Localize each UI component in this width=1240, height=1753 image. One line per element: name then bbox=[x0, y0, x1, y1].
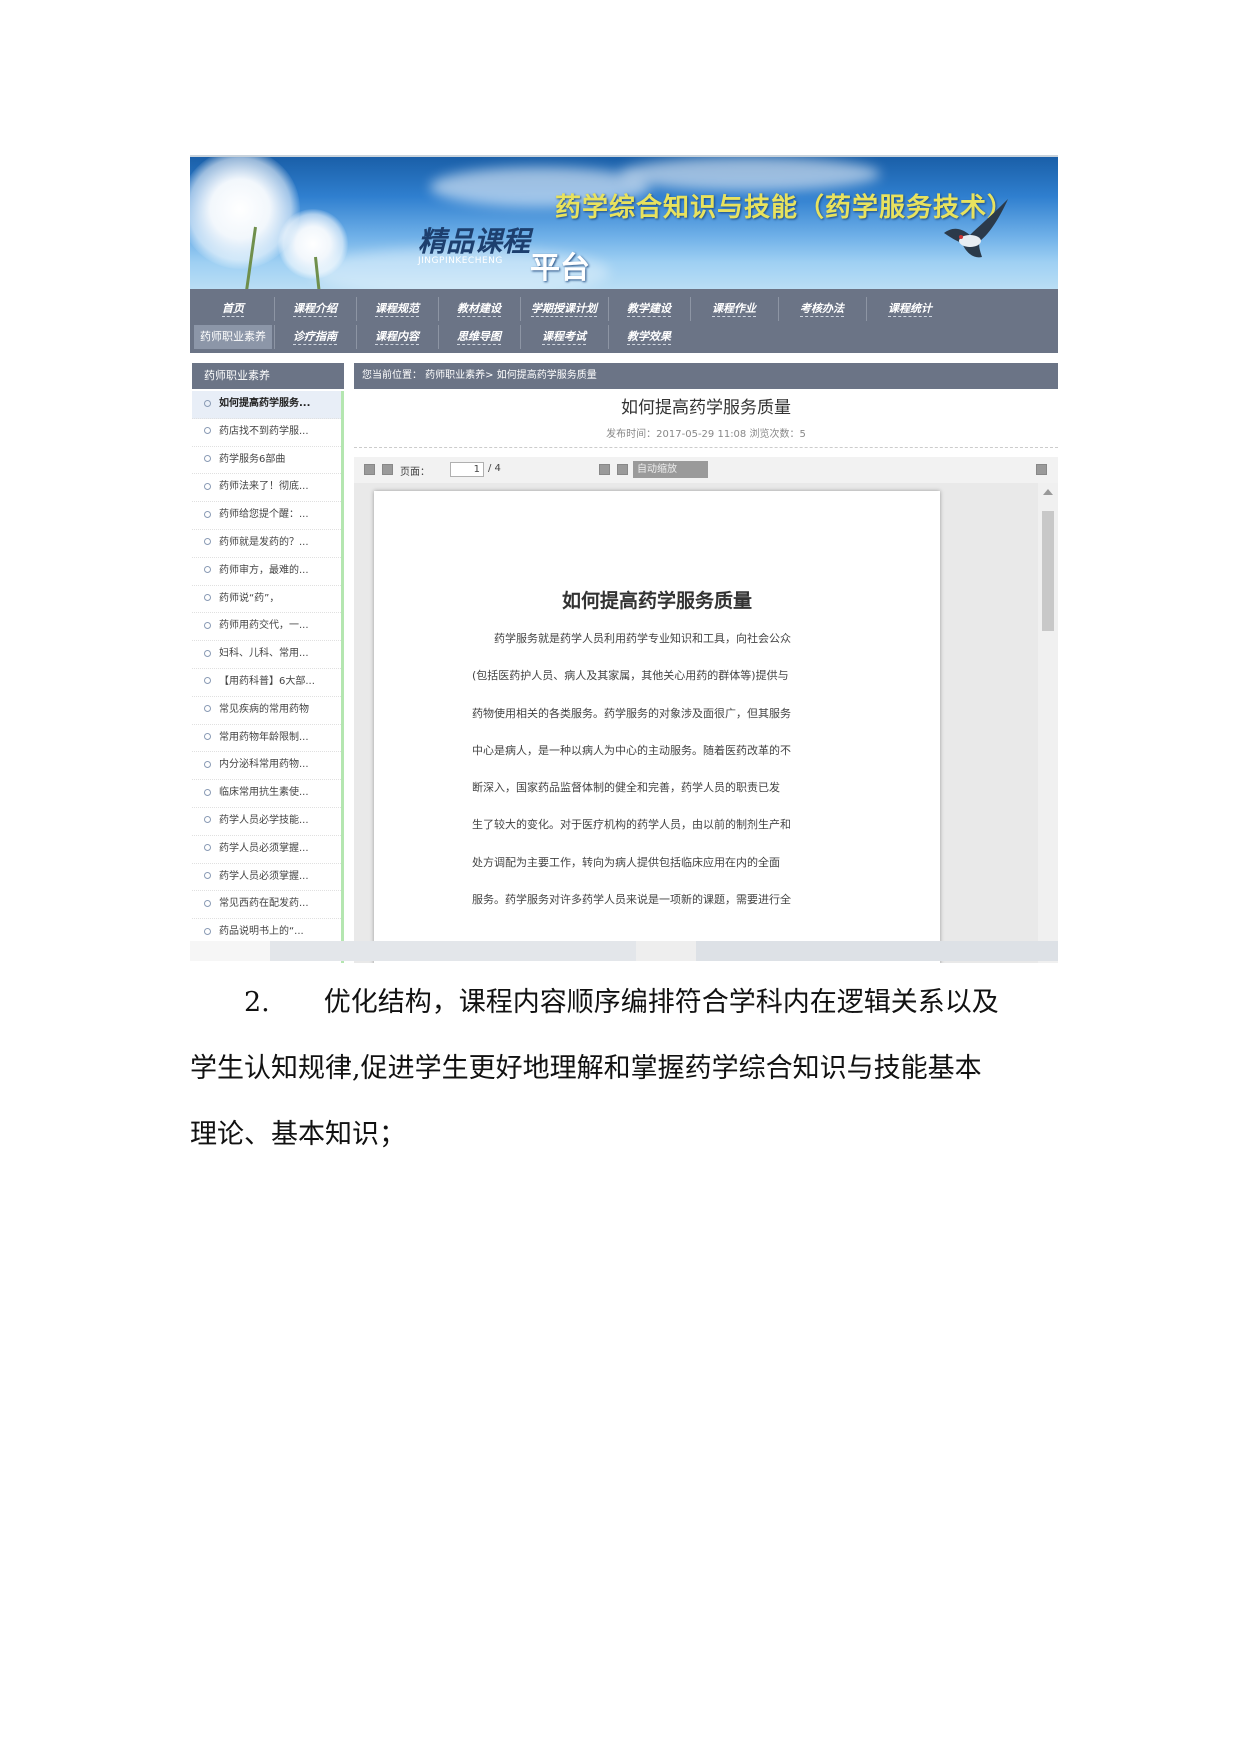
dandelion-image bbox=[278, 209, 348, 279]
divider bbox=[354, 447, 1058, 448]
zoom-in-icon[interactable] bbox=[617, 464, 628, 475]
article-title: 如何提高药学服务质量 bbox=[621, 398, 791, 418]
paragraph-line: 2. 优化结构，课程内容顺序编排符合学科内在逻辑关系以及 bbox=[244, 987, 999, 1018]
document-body: 药学服务就是药学人员利用药学专业知识和工具，向社会公众 (包括医药护人员、病人及… bbox=[472, 629, 844, 927]
nav-exam[interactable]: 课程考试 bbox=[522, 325, 606, 349]
sidebar-item[interactable]: 药师法来了！彻底... bbox=[192, 474, 341, 503]
sidebar-toggle-icon[interactable] bbox=[364, 464, 375, 475]
page-total: / 4 bbox=[488, 463, 501, 474]
sidebar-list: 如何提高药学服务... 药店找不到药学服... 药学服务6部曲 药师法来了！彻底… bbox=[192, 391, 344, 963]
taskbar-strip bbox=[190, 941, 1058, 961]
document-line: 药学服务就是药学人员利用药学专业知识和工具，向社会公众 bbox=[494, 632, 791, 645]
paragraph-line: 理论、基本知识； bbox=[190, 1119, 406, 1150]
pdf-page: 如何提高药学服务质量 药学服务就是药学人员利用药学专业知识和工具，向社会公众 (… bbox=[374, 491, 940, 963]
breadcrumb: 您当前位置： 药师职业素养> 如何提高药学服务质量 bbox=[354, 363, 1058, 389]
sidebar-item[interactable]: 临床常用抗生素使... bbox=[192, 780, 341, 808]
nav-statistics[interactable]: 课程统计 bbox=[868, 297, 952, 321]
nav-assessment[interactable]: 考核办法 bbox=[780, 297, 864, 321]
nav-teaching-build[interactable]: 教学建设 bbox=[610, 297, 688, 321]
nav-teaching-plan[interactable]: 学期授课计划 bbox=[522, 297, 606, 321]
nav-course-standard[interactable]: 课程规范 bbox=[358, 297, 436, 321]
document-line: 断深入，国家药品监督体制的健全和完善，药学人员的职责已发 bbox=[472, 781, 780, 795]
sidebar-item[interactable]: 妇科、儿科、常用... bbox=[192, 641, 341, 669]
bird-icon bbox=[944, 199, 1008, 258]
sidebar-item[interactable]: 药师就是发药的？... bbox=[192, 530, 341, 558]
find-icon[interactable] bbox=[382, 464, 393, 475]
platform-title-2: 平台 bbox=[530, 251, 590, 286]
document-title: 如何提高药学服务质量 bbox=[561, 590, 752, 612]
zoom-out-icon[interactable] bbox=[599, 464, 610, 475]
document-line: 服务。药学服务对许多药学人员来说是一项新的课题，需要进行全 bbox=[472, 893, 791, 907]
sidebar-item[interactable]: 药学人员必学技能... bbox=[192, 808, 341, 836]
pdf-scrollbar[interactable] bbox=[1038, 483, 1058, 963]
platform-title: 精品课程 bbox=[418, 225, 531, 258]
nav-textbook[interactable]: 教材建设 bbox=[440, 297, 518, 321]
sidebar-item[interactable]: 药学人员必须掌握... bbox=[192, 836, 341, 864]
page-number-input[interactable]: 1 bbox=[450, 462, 484, 477]
platform-pinyin: JINGPINKECHENG bbox=[418, 256, 503, 266]
sidebar-item[interactable]: 药学人员必须掌握... bbox=[192, 864, 341, 892]
nav-homework[interactable]: 课程作业 bbox=[692, 297, 776, 321]
paragraph-line: 学生认知规律,促进学生更好地理解和掌握药学综合知识与技能基本 bbox=[190, 1053, 982, 1084]
site-banner: 药学综合知识与技能（药学服务技术） 精品课程 JINGPINKECHENG 平台 bbox=[190, 157, 1058, 289]
pdf-viewport[interactable]: 如何提高药学服务质量 药学服务就是药学人员利用药学专业知识和工具，向社会公众 (… bbox=[354, 483, 1058, 963]
document-line: 药物使用相关的各类服务。药学服务的对象涉及面很广，但其服务 bbox=[472, 706, 791, 720]
sidebar-item[interactable]: 常用药物年龄限制... bbox=[192, 725, 341, 753]
sidebar-item[interactable]: 如何提高药学服务... bbox=[192, 391, 341, 419]
document-line: 处方调配为主要工作，转向为病人提供包括临床应用在内的全面 bbox=[472, 855, 780, 869]
scrollbar-thumb[interactable] bbox=[1042, 511, 1054, 631]
sidebar-item[interactable]: 药师审方，最难的... bbox=[192, 558, 341, 586]
sidebar-item[interactable]: 药师说“药”， bbox=[192, 586, 341, 614]
course-site-screenshot: 药学综合知识与技能（药学服务技术） 精品课程 JINGPINKECHENG 平台… bbox=[190, 155, 1058, 963]
main-nav: 首页 课程介绍 课程规范 教材建设 学期授课计划 教学建设 课程作业 考核办法 … bbox=[190, 289, 1058, 353]
sidebar-item[interactable]: 常见疾病的常用药物 bbox=[192, 697, 341, 725]
document-line: 生了较大的变化。对于医疗机构的药学人员，由以前的制剂生产和 bbox=[472, 818, 791, 832]
page-label: 页面： bbox=[400, 467, 430, 478]
nav-mind-map[interactable]: 思维导图 bbox=[440, 325, 518, 349]
sidebar-item[interactable]: 药店找不到药学服... bbox=[192, 419, 341, 447]
nav-diagnosis-guide[interactable]: 诊疗指南 bbox=[276, 325, 354, 349]
document-line: (包括医药护人员、病人及其家属，其他关心用药的群体等)提供与 bbox=[472, 669, 789, 683]
sidebar-item[interactable]: 药师用药交代，一... bbox=[192, 613, 341, 642]
zoom-select[interactable]: 自动缩放 bbox=[633, 461, 708, 478]
nav-pharmacist-literacy[interactable]: 药师职业素养 bbox=[194, 325, 272, 349]
sidebar-heading: 药师职业素养 bbox=[192, 363, 344, 389]
article-meta: 发布时间：2017-05-29 11:08 浏览次数：5 bbox=[606, 429, 806, 440]
nav-teaching-effect[interactable]: 教学效果 bbox=[610, 325, 688, 349]
sidebar-item[interactable]: 药学服务6部曲 bbox=[192, 447, 341, 475]
scroll-up-icon[interactable] bbox=[1043, 489, 1053, 495]
pdf-toolbar: 页面： 1 / 4 自动缩放 bbox=[354, 457, 1058, 484]
sidebar-item[interactable]: 内分泌科常用药物... bbox=[192, 752, 341, 781]
nav-home[interactable]: 首页 bbox=[194, 297, 272, 321]
nav-course-intro[interactable]: 课程介绍 bbox=[276, 297, 354, 321]
tools-icon[interactable] bbox=[1036, 464, 1047, 475]
sidebar-item[interactable]: 常见西药在配发药... bbox=[192, 891, 341, 920]
document-line: 中心是病人，是一种以病人为中心的主动服务。随着医药改革的不 bbox=[472, 743, 791, 757]
body-paragraph: 2. 优化结构，课程内容顺序编排符合学科内在逻辑关系以及 学生认知规律,促进学生… bbox=[190, 970, 1060, 1168]
sidebar-item[interactable]: 药师给您提个醒：... bbox=[192, 502, 341, 530]
sidebar-item[interactable]: 【用药科普】6大部... bbox=[192, 669, 341, 697]
nav-course-content[interactable]: 课程内容 bbox=[358, 325, 436, 349]
